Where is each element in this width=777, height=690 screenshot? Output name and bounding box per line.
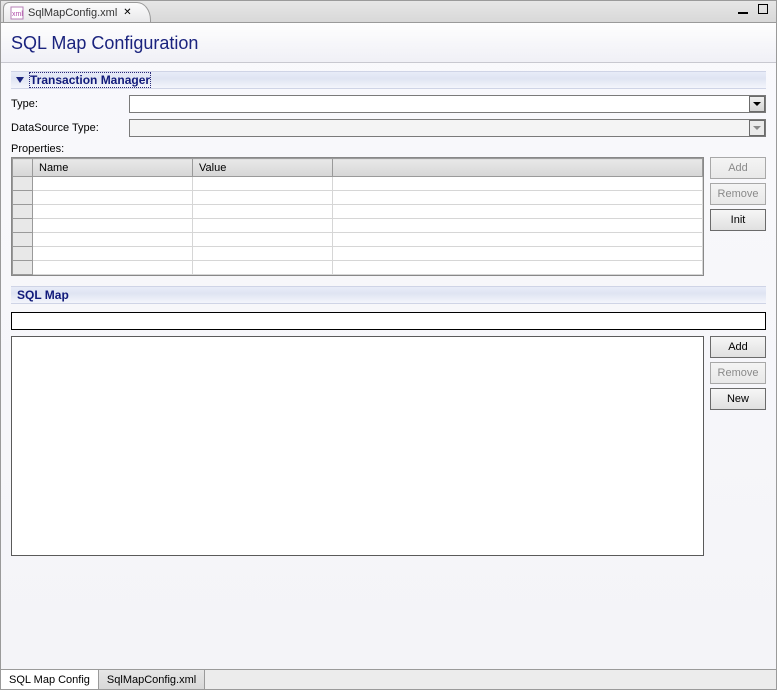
editor-tab-label: SqlMapConfig.xml — [28, 7, 117, 19]
properties-table[interactable]: Name Value — [11, 157, 704, 276]
sql-map-path-input[interactable] — [11, 312, 766, 330]
dropdown-icon — [749, 120, 765, 136]
label-type: Type: — [11, 98, 123, 110]
row-type: Type: — [11, 95, 766, 113]
section-title-transaction-manager: Transaction Manager — [29, 72, 151, 88]
add-button[interactable]: Add — [710, 336, 766, 358]
twistie-down-icon — [15, 75, 25, 85]
xml-file-icon: xml — [10, 6, 24, 20]
new-button[interactable]: New — [710, 388, 766, 410]
remove-button[interactable]: Remove — [710, 183, 766, 205]
datasource-type-combo[interactable] — [129, 119, 766, 137]
col-spacer — [333, 159, 703, 177]
sql-map-buttons: Add Remove New — [710, 336, 766, 556]
editor-window: xml SqlMapConfig.xml ✕ SQL Map Configura… — [0, 0, 777, 690]
sql-map-body: Add Remove New — [11, 336, 766, 556]
table-row[interactable] — [13, 247, 703, 261]
type-combo[interactable] — [129, 95, 766, 113]
remove-button[interactable]: Remove — [710, 362, 766, 384]
section-transaction-manager: Transaction Manager Type: DataSource Typ… — [11, 71, 766, 276]
sql-map-list[interactable] — [11, 336, 704, 556]
table-row[interactable] — [13, 191, 703, 205]
bottom-tab-source[interactable]: SqlMapConfig.xml — [99, 670, 205, 689]
tab-strip: xml SqlMapConfig.xml ✕ — [1, 1, 776, 23]
maximize-icon[interactable] — [756, 3, 770, 15]
col-value[interactable]: Value — [193, 159, 333, 177]
table-row[interactable] — [13, 219, 703, 233]
page-title: SQL Map Configuration — [1, 23, 776, 63]
close-icon[interactable]: ✕ — [123, 7, 131, 18]
section-title-sql-map: SQL Map — [17, 288, 69, 302]
table-row[interactable] — [13, 177, 703, 191]
label-datasource-type: DataSource Type: — [11, 122, 123, 134]
bottom-tab-config[interactable]: SQL Map Config — [1, 670, 99, 689]
init-button[interactable]: Init — [710, 209, 766, 231]
row-datasource-type: DataSource Type: — [11, 119, 766, 137]
add-button[interactable]: Add — [710, 157, 766, 179]
col-name[interactable]: Name — [33, 159, 193, 177]
table-row[interactable] — [13, 261, 703, 275]
bottom-tab-bar: SQL Map Config SqlMapConfig.xml — [1, 669, 776, 689]
svg-text:xml: xml — [12, 11, 23, 18]
properties-buttons: Add Remove Init — [710, 157, 766, 276]
minimize-icon[interactable] — [736, 3, 750, 15]
table-row[interactable] — [13, 205, 703, 219]
editor-body: SQL Map Configuration Transaction Manage… — [1, 23, 776, 669]
row-header-corner — [13, 159, 33, 177]
label-properties: Properties: — [11, 143, 766, 155]
tab-strip-controls — [736, 3, 770, 15]
table-row[interactable] — [13, 233, 703, 247]
editor-tab[interactable]: xml SqlMapConfig.xml ✕ — [3, 2, 151, 22]
section-header-transaction-manager[interactable]: Transaction Manager — [11, 71, 766, 89]
properties-area: Name Value — [11, 157, 766, 276]
section-header-sql-map[interactable]: SQL Map — [11, 286, 766, 304]
dropdown-icon[interactable] — [749, 96, 765, 112]
